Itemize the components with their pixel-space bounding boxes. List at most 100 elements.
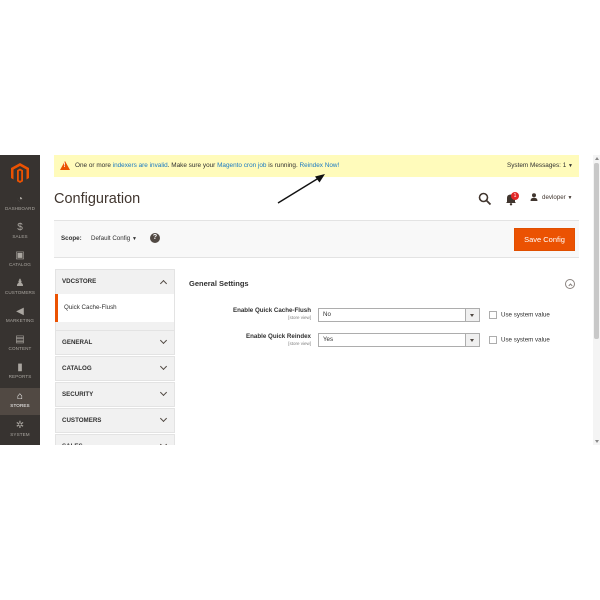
field-label-text: Enable Quick Reindex <box>246 333 311 340</box>
menu-item-customers[interactable]: ♟ CUSTOMERS <box>0 275 40 302</box>
scope-bar: Scope: Default Config ▼ ? Save Config <box>54 220 579 258</box>
checkbox[interactable] <box>489 311 497 319</box>
field-label-text: Enable Quick Cache-Flush <box>232 307 311 314</box>
annotation-arrow <box>277 174 325 204</box>
checkbox[interactable] <box>489 336 497 344</box>
tab-section-label: CATALOG <box>62 365 92 372</box>
notification-badge[interactable]: 1 <box>511 192 519 200</box>
tab-quick-cache-flush[interactable]: Quick Cache-Flush <box>55 294 175 322</box>
tab-section-sales[interactable]: SALES <box>55 434 175 445</box>
use-system-value-reindex[interactable]: Use system value <box>489 336 550 344</box>
user-icon <box>530 193 538 202</box>
tab-group-vdcstore[interactable]: VDCSTORE <box>55 269 175 294</box>
tab-section-security[interactable]: SECURITY <box>55 382 175 407</box>
tab-section-label: CUSTOMERS <box>62 417 102 424</box>
menu-item-catalog[interactable]: ▣ CATALOG <box>0 247 40 274</box>
field-label-cache-flush: Enable Quick Cache-Flush [store view] <box>233 307 311 321</box>
section-title[interactable]: General Settings <box>189 279 249 288</box>
system-messages-count: System Messages: 1 <box>506 162 567 169</box>
box-icon: ▣ <box>15 250 25 261</box>
user-menu[interactable]: devloper ▼ <box>530 193 572 203</box>
menu-item-content[interactable]: ▤ CONTENT <box>0 331 40 358</box>
help-icon[interactable]: ? <box>150 233 160 243</box>
use-system-value-cache-flush[interactable]: Use system value <box>489 311 550 319</box>
menu-label: SYSTEM <box>10 432 30 437</box>
caret-down-icon <box>470 314 474 317</box>
username: devloper <box>542 194 566 201</box>
tab-section-catalog[interactable]: CATALOG <box>55 356 175 381</box>
checkbox-label: Use system value <box>501 311 550 319</box>
tab-section-label: SALES <box>62 435 83 445</box>
magento-logo[interactable] <box>0 155 40 191</box>
dollar-icon: $ <box>17 222 23 233</box>
config-tabs: VDCSTORE Quick Cache-Flush GENERAL CATAL… <box>55 269 175 445</box>
chevron-down-icon <box>159 336 168 345</box>
select-toggle <box>465 309 479 321</box>
menu-item-stores[interactable]: ⌂ STORES <box>0 388 40 415</box>
select-value: No <box>323 311 331 318</box>
admin-menu: ◔ DASHBOARD $ SALES ▣ CATALOG ♟ CUSTOMER… <box>0 155 40 445</box>
chevron-down-icon <box>159 388 168 397</box>
person-icon: ♟ <box>15 278 25 289</box>
menu-label: CATALOG <box>9 262 31 267</box>
menu-item-dashboard[interactable]: ◔ DASHBOARD <box>0 191 40 218</box>
tab-group-title: VDCSTORE <box>62 278 97 285</box>
scope-value: Default Config <box>91 235 131 242</box>
content-icon: ▤ <box>15 334 25 345</box>
scrollbar-thumb[interactable] <box>594 163 599 339</box>
scope-label: Scope: <box>61 235 82 242</box>
chevron-down-icon <box>159 440 168 445</box>
page-title: Configuration <box>54 191 141 207</box>
scope-switcher[interactable]: Default Config ▼ <box>91 235 137 242</box>
menu-item-sales[interactable]: $ SALES <box>0 219 40 246</box>
menu-item-system[interactable]: ✲ SYSTEM <box>0 417 40 444</box>
tab-section-customers[interactable]: CUSTOMERS <box>55 408 175 433</box>
caret-down-icon: ▼ <box>568 163 573 169</box>
caret-down-icon: ▼ <box>131 236 137 242</box>
tab-item-label: Quick Cache-Flush <box>64 304 117 311</box>
tab-section-general[interactable]: GENERAL <box>55 330 175 355</box>
scroll-up-icon[interactable] <box>594 157 599 160</box>
checkbox-label: Use system value <box>501 336 550 344</box>
tab-section-label: GENERAL <box>62 339 93 346</box>
menu-label: CUSTOMERS <box>4 290 36 295</box>
menu-label: STORES <box>10 403 30 408</box>
scroll-down-icon[interactable] <box>594 440 599 443</box>
menu-label: SALES <box>12 234 28 239</box>
select-toggle <box>465 334 479 346</box>
reindex-select[interactable]: Yes <box>318 333 480 347</box>
search-icon[interactable] <box>478 192 492 206</box>
warning-mark: ! <box>63 163 66 169</box>
field-scope-text: [store view] <box>288 315 311 320</box>
chevron-down-icon <box>159 414 168 423</box>
collapse-icon[interactable] <box>565 279 575 289</box>
cache-flush-select[interactable]: No <box>318 308 480 322</box>
tab-section-label: SECURITY <box>62 391 94 398</box>
field-scope-text: [store view] <box>288 341 311 346</box>
chevron-up-icon <box>567 282 573 288</box>
system-messages-toggle[interactable]: System Messages: 1 ▼ <box>507 155 573 177</box>
chevron-down-icon <box>159 362 168 371</box>
dashboard-icon: ◔ <box>16 194 24 205</box>
caret-down-icon <box>470 339 474 342</box>
message-middle: . Make sure your <box>167 162 218 169</box>
field-label-reindex: Enable Quick Reindex [store view] <box>246 333 311 347</box>
store-icon: ⌂ <box>16 391 24 402</box>
save-config-button[interactable]: Save Config <box>514 228 575 251</box>
menu-label: DASHBOARD <box>5 206 35 211</box>
indexers-invalid-link[interactable]: indexers are invalid <box>113 162 168 169</box>
gear-icon: ✲ <box>15 420 25 431</box>
page-scrollbar[interactable] <box>593 155 600 445</box>
menu-label: CONTENT <box>8 346 32 351</box>
menu-label: REPORTS <box>8 374 32 379</box>
chevron-up-icon <box>159 279 168 288</box>
tab-divider <box>55 322 175 330</box>
caret-down-icon: ▼ <box>567 195 573 201</box>
cron-job-link[interactable]: Magento cron job <box>217 162 266 169</box>
message-prefix: One or more <box>75 162 113 169</box>
select-value: Yes <box>323 336 334 343</box>
menu-item-marketing[interactable]: ◀ MARKETING <box>0 303 40 330</box>
megaphone-icon: ◀ <box>16 306 24 317</box>
menu-item-reports[interactable]: ▮ REPORTS <box>0 359 40 386</box>
menu-label: MARKETING <box>5 318 35 323</box>
